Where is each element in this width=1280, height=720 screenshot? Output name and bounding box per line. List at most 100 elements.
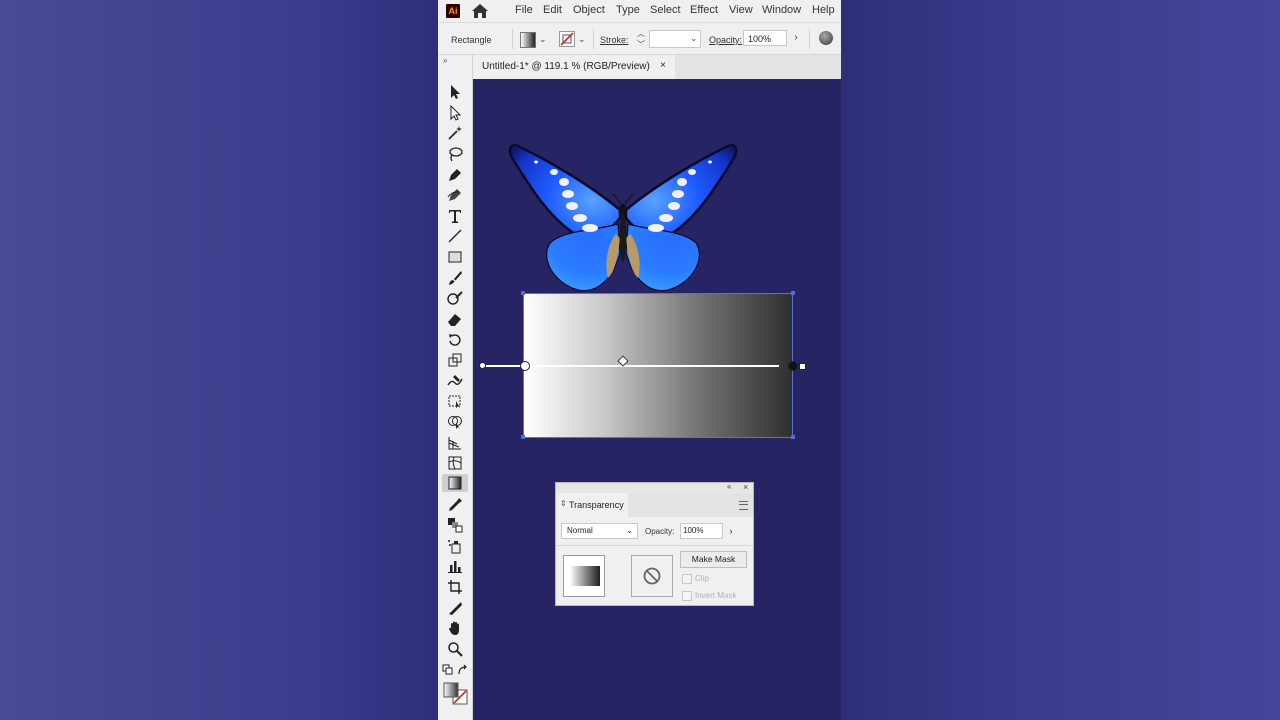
eraser-tool-icon[interactable] — [446, 310, 464, 328]
artboard-canvas[interactable]: « × ⇕ Transparency Normal ⌄ Opacity: 100… — [473, 80, 841, 720]
eyedropper-tool-icon[interactable] — [446, 496, 464, 514]
panel-menu-icon[interactable] — [739, 501, 748, 510]
magic-wand-tool-icon[interactable] — [446, 124, 464, 142]
shaper-tool-icon[interactable] — [446, 289, 464, 307]
resize-handle[interactable] — [791, 291, 795, 295]
chevron-right-icon[interactable]: › — [725, 523, 737, 539]
document-tab[interactable]: Untitled-1* @ 119.1 % (RGB/Preview) × — [473, 55, 675, 79]
chevron-down-icon[interactable]: ⌄ — [578, 34, 586, 45]
menu-bar: Ai File Edit Object Type Select Effect V… — [438, 0, 841, 23]
blend-mode-select[interactable]: Normal ⌄ — [561, 523, 638, 539]
symbol-sprayer-tool-icon[interactable] — [446, 537, 464, 555]
menu-view[interactable]: View — [729, 4, 753, 16]
panel-opacity-label: Opacity: — [645, 527, 675, 536]
gradient-tool-icon[interactable] — [442, 474, 468, 492]
pen-tool-icon[interactable] — [446, 166, 464, 184]
mask-thumbnail[interactable] — [631, 555, 673, 597]
gradient-stop-black[interactable] — [788, 361, 798, 371]
panel-title: Transparency — [569, 500, 624, 510]
lasso-tool-icon[interactable] — [446, 145, 464, 163]
app-logo: Ai — [446, 4, 460, 18]
butterfly-artwork[interactable] — [508, 138, 738, 296]
selection-tool-icon[interactable] — [446, 83, 464, 101]
curvature-tool-icon[interactable] — [446, 186, 464, 204]
tools-panel: » — [438, 55, 473, 720]
panel-tab-bar: ⇕ Transparency — [556, 493, 753, 517]
blend-tool-icon[interactable] — [446, 516, 464, 534]
home-icon[interactable] — [471, 3, 489, 19]
divider — [556, 545, 753, 546]
column-graph-tool-icon[interactable] — [446, 557, 464, 575]
clip-checkbox[interactable] — [682, 574, 692, 584]
perspective-grid-tool-icon[interactable] — [446, 434, 464, 452]
free-transform-tool-icon[interactable] — [446, 392, 464, 410]
stroke-weight-input[interactable]: ⌄ — [649, 30, 701, 48]
opacity-label[interactable]: Opacity: — [709, 35, 742, 45]
divider — [809, 29, 810, 49]
fill-swatch[interactable] — [520, 32, 536, 48]
opacity-input[interactable]: 100% — [743, 30, 787, 46]
gradient-origin-handle[interactable] — [479, 362, 486, 369]
menu-edit[interactable]: Edit — [543, 4, 562, 16]
clip-label: Clip — [695, 574, 709, 583]
menu-object[interactable]: Object — [573, 4, 605, 16]
shape-builder-tool-icon[interactable] — [446, 413, 464, 431]
selection-type-label: Rectangle — [451, 35, 492, 45]
menu-file[interactable]: File — [515, 4, 533, 16]
resize-handle[interactable] — [521, 435, 525, 439]
default-colors-icon[interactable] — [442, 664, 454, 676]
zoom-tool-icon[interactable] — [446, 640, 464, 658]
menu-effect[interactable]: Effect — [690, 4, 718, 16]
close-icon[interactable]: × — [743, 482, 748, 492]
hand-tool-icon[interactable] — [446, 619, 464, 637]
chevron-right-icon[interactable]: › — [790, 30, 802, 46]
gradient-end-handle[interactable] — [799, 363, 806, 370]
collapse-icon[interactable]: » — [443, 56, 447, 65]
control-bar: Rectangle ⌄ ⌄ Stroke: ︿ ﹀ ⌄ Opacity: 100%… — [438, 23, 841, 55]
chevron-down-icon[interactable]: ⌄ — [690, 33, 698, 44]
gradient-stop-white[interactable] — [520, 361, 530, 371]
menu-window[interactable]: Window — [762, 4, 801, 16]
no-mask-icon — [643, 567, 661, 585]
stepper-icon: ⇕ — [560, 499, 567, 508]
swap-colors-icon[interactable] — [457, 664, 469, 676]
direct-selection-tool-icon[interactable] — [446, 104, 464, 122]
resize-handle[interactable] — [791, 435, 795, 439]
chevron-down-icon[interactable]: ⌄ — [539, 34, 547, 45]
document-tabs: Untitled-1* @ 119.1 % (RGB/Preview) × — [473, 55, 841, 79]
warp-tool-icon[interactable] — [446, 372, 464, 390]
close-icon[interactable]: × — [660, 60, 666, 71]
slice-tool-icon[interactable] — [446, 599, 464, 617]
menu-select[interactable]: Select — [650, 4, 681, 16]
document-tab-title: Untitled-1* @ 119.1 % (RGB/Preview) — [482, 61, 650, 72]
illustrator-window: Ai File Edit Object Type Select Effect V… — [438, 0, 841, 720]
chevron-down-icon: ⌄ — [626, 526, 633, 535]
paintbrush-tool-icon[interactable] — [446, 269, 464, 287]
rectangle-tool-icon[interactable] — [446, 248, 464, 266]
tab-transparency[interactable]: ⇕ Transparency — [556, 493, 628, 517]
rotate-tool-icon[interactable] — [446, 331, 464, 349]
stepper-icon[interactable]: ︿ ﹀ — [637, 28, 645, 50]
mesh-tool-icon[interactable] — [446, 454, 464, 472]
object-thumbnail[interactable] — [563, 555, 605, 597]
panel-opacity-input[interactable]: 100% — [680, 523, 723, 539]
recolor-artwork-icon[interactable] — [819, 31, 833, 45]
collapse-icon[interactable]: « — [727, 482, 731, 491]
gradient-thumbnail — [570, 566, 600, 586]
stroke-label[interactable]: Stroke: — [600, 35, 629, 45]
menu-help[interactable]: Help — [812, 4, 835, 16]
line-tool-icon[interactable] — [446, 227, 464, 245]
blend-mode-value: Normal — [567, 526, 593, 535]
artboard-tool-icon[interactable] — [446, 578, 464, 596]
divider — [512, 29, 513, 49]
resize-handle[interactable] — [521, 291, 525, 295]
scale-tool-icon[interactable] — [446, 351, 464, 369]
stroke-swatch[interactable] — [559, 31, 575, 47]
fill-stroke-swatches[interactable] — [442, 682, 470, 706]
type-tool-icon[interactable] — [446, 207, 464, 225]
menu-type[interactable]: Type — [616, 4, 640, 16]
divider — [593, 29, 594, 49]
make-mask-button[interactable]: Make Mask — [680, 551, 747, 568]
transparency-panel: « × ⇕ Transparency Normal ⌄ Opacity: 100… — [555, 482, 754, 606]
invert-mask-checkbox[interactable] — [682, 591, 692, 601]
